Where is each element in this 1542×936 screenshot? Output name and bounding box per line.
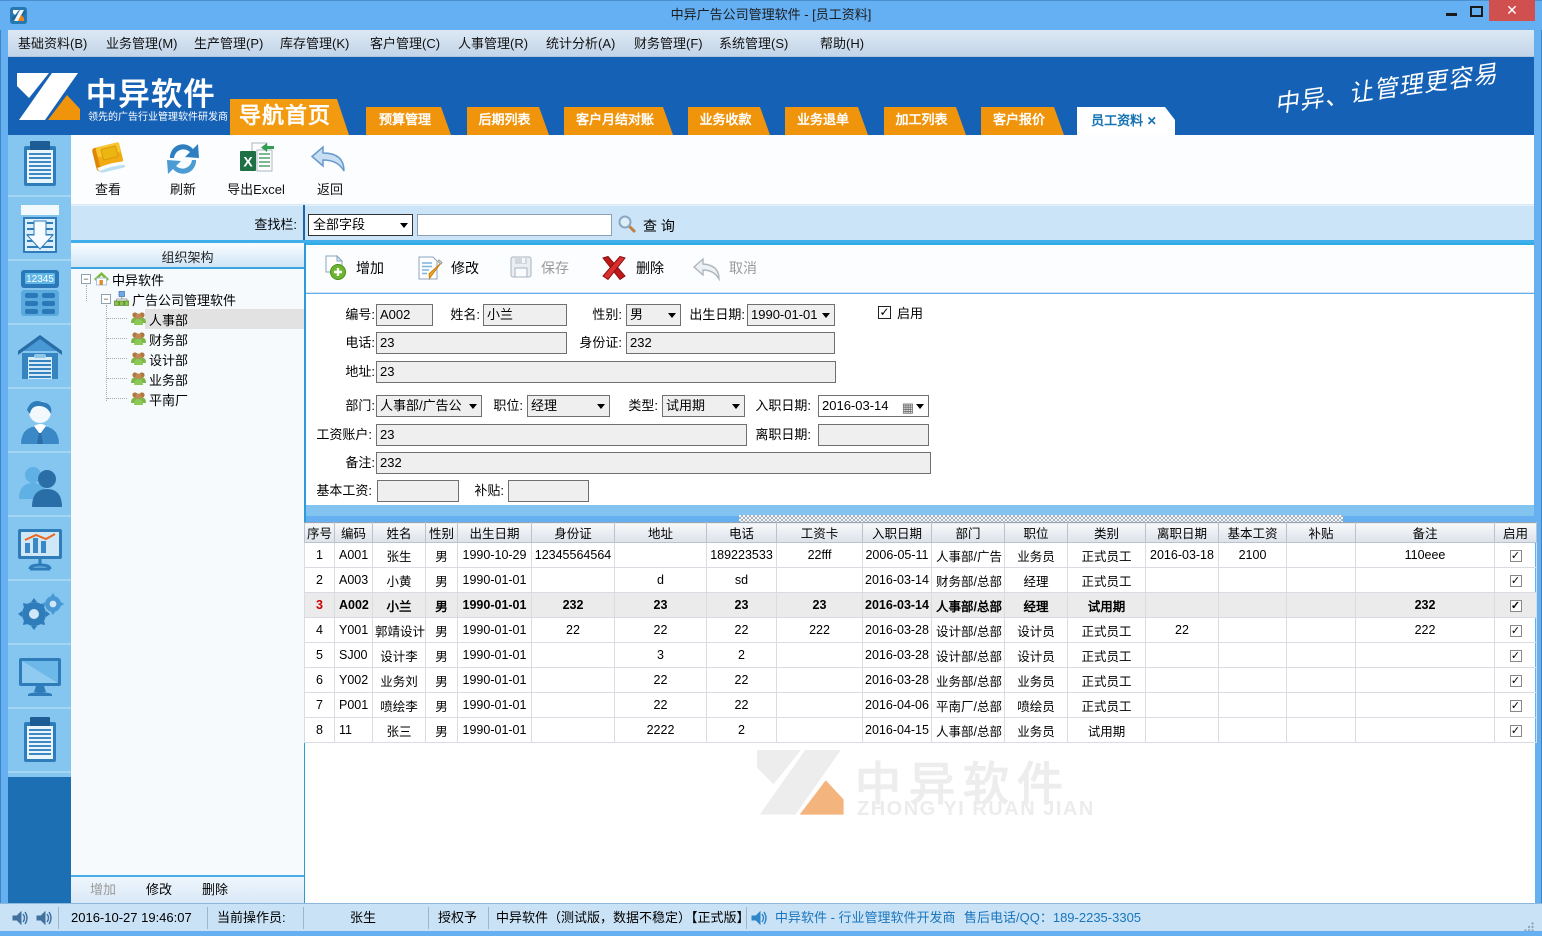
svg-text:X: X xyxy=(243,154,253,170)
svg-text:12345: 12345 xyxy=(26,274,54,285)
